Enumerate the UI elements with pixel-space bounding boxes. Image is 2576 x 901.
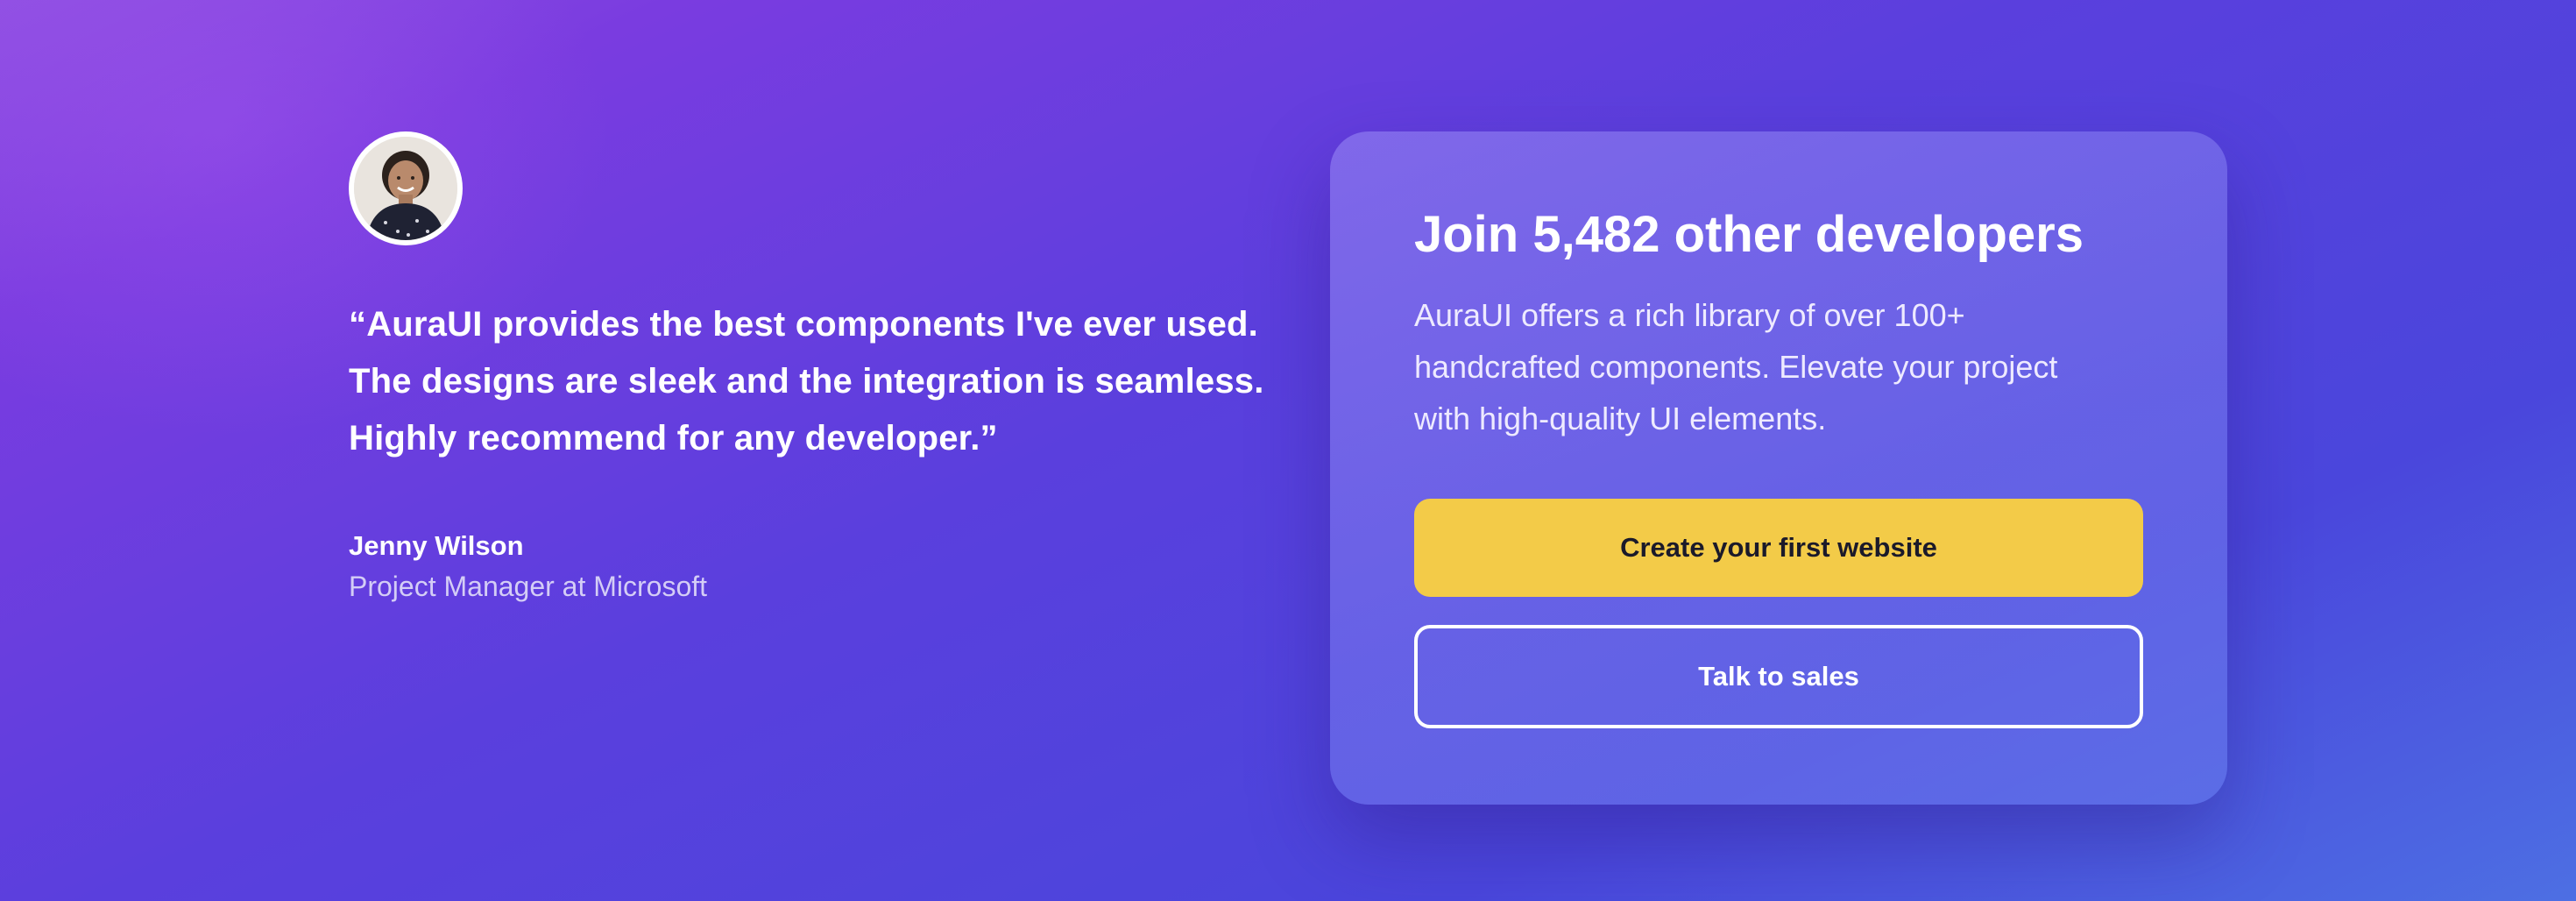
avatar [349,131,463,245]
quote-line: “AuraUI provides the best components I'v… [349,305,1258,344]
person-portrait-icon [354,137,457,240]
quote-line: The designs are sleek and the integratio… [349,362,1264,401]
talk-to-sales-button[interactable]: Talk to sales [1414,625,2143,728]
create-website-button[interactable]: Create your first website [1414,499,2143,597]
description-line: AuraUI offers a rich library of over 100… [1414,297,1965,333]
cta-description: AuraUI offers a rich library of over 100… [1414,289,2143,444]
cta-card: Join 5,482 other developers AuraUI offer… [1330,131,2227,805]
testimonial-quote: “AuraUI provides the best components I'v… [349,296,1277,467]
author-name: Jenny Wilson [349,530,524,561]
author-role: Project Manager at Microsoft [349,571,708,602]
quote-line: Highly recommend for any developer.” [349,419,998,458]
description-line: handcrafted components. Elevate your pro… [1414,349,2058,385]
description-line: with high-quality UI elements. [1414,401,1827,436]
testimonial-cta-section: “AuraUI provides the best components I'v… [0,0,2576,901]
testimonial: “AuraUI provides the best components I'v… [349,131,1277,606]
cta-title: Join 5,482 other developers [1414,206,2084,263]
